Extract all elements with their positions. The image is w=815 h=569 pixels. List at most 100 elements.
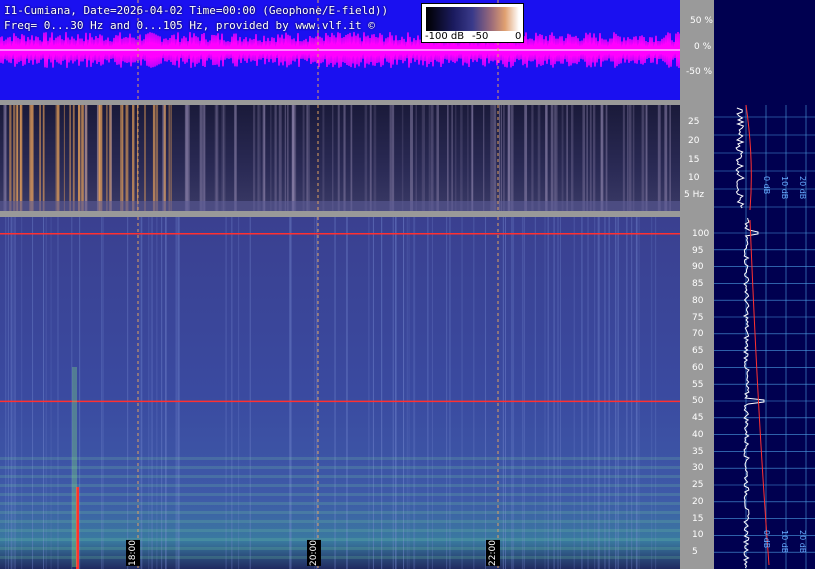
spectrogram-streak [655,217,657,569]
spectrogram-streak [252,105,256,211]
spectrogram-streak [570,105,574,211]
bottom-freq-label: 40 [692,429,704,440]
spectrogram-streak [238,217,240,569]
spectrogram-streak [290,217,292,569]
spectrogram-band [0,556,680,559]
spectrogram-streak [642,105,645,211]
spectrogram-streak [19,105,23,211]
spectrogram-streak [436,105,439,211]
spectrogram-streak [350,105,353,211]
spectrogram-floor [0,201,680,211]
bottom-freq-label: 55 [692,379,704,390]
spectrogram-streak [534,217,536,569]
spectrogram-streak [222,105,225,211]
bottom-freq-label: 50 [692,396,704,407]
bottom-freq-label: 80 [692,295,704,306]
spectrogram-streak [127,217,129,569]
spectrogram-streak [510,105,514,211]
spectrogram-streak [635,217,637,569]
spectrogram-streak [485,217,487,569]
profile-trace-bottom [742,217,765,569]
spectrogram-streak [657,105,661,211]
frequency-axis-panel: 50 % 0 % -50 % 25 20 15 10 5 Hz 100 95 90 8… [680,0,714,569]
spectrogram-streak [665,105,668,211]
spectrogram-streak [287,105,289,211]
spectrogram-streak [447,105,449,211]
spectrogram-streak [622,105,625,211]
bottom-freq-label: 85 [692,279,704,290]
spectrogram-streak [589,105,592,211]
spectrogram-streak [45,217,47,569]
spectrogram-streak [636,217,638,569]
spectrogram-streak [13,105,16,211]
green-burst [72,367,77,567]
spectrogram-streak [177,217,179,569]
spectrogram-streak [144,105,146,211]
spectrogram-streak [148,217,150,569]
spectrogram-streak [170,105,172,211]
bottom-freq-label: 5 [692,547,698,558]
spectrogram-streak [573,217,575,569]
spectrogram-streak [587,217,589,569]
spectrogram-streak [628,105,632,211]
spectrogram-streak [346,217,348,569]
spectrogram-streak [203,105,206,211]
spectrogram-streak [615,217,617,569]
spectrogram-streak [490,105,494,211]
spectrum-profile-svg [714,104,815,569]
top-db-label-0: 0 dB [762,176,771,195]
colorbar-gradient [426,7,519,31]
spectrogram-streak [408,217,410,569]
spectrogram-band [0,484,680,487]
spectrogram-streak [605,105,608,211]
spectrogram-streak [368,217,370,569]
spectrogram-streak [132,105,135,211]
spectrogram-band [0,475,680,478]
spectrogram-streak [152,105,156,211]
top-freq-5: 5 Hz [684,190,705,200]
spectrogram-streak [531,105,534,211]
spectrogram-streak [165,217,167,569]
bottom-db-label-0: 0 dB [762,530,771,549]
high-freq-spectrogram [0,217,680,569]
spectrum-profile-panel: 0 dB 10 dB 20 dB 0 dB 10 dB 20 dB [714,0,815,569]
time-label-2000: 20:00 [307,540,321,566]
spectrogram-streak [626,217,628,569]
top-freq-20: 20 [688,136,700,146]
spectrogram-streak [308,105,310,211]
spectrogram-streak [14,217,16,569]
spectrogram-streak [392,217,394,569]
spectrogram-streak [3,105,6,211]
spectrogram-streak [78,105,81,211]
spectrogram-streak [221,105,223,211]
spectrogram-streak [32,217,34,569]
spectrogram-streak [431,217,433,569]
spectrogram-streak [455,105,457,211]
spectrogram-streak [175,217,177,569]
bottom-freq-label: 60 [692,362,704,373]
spectrogram-streak [50,217,52,569]
spectrogram-streak [5,217,7,569]
spectrogram-streak [413,217,415,569]
spectrogram-streak [278,105,282,211]
top-freq-25: 25 [688,117,700,127]
header-info: I1-Cumiana, Date=2026-04-02 Time=00:00 (… [4,3,388,33]
spectrogram-streak [263,105,266,211]
spectrogram-streak [99,105,101,211]
spectrogram-streak [79,217,81,569]
spectrogram-streak [581,217,583,569]
spectrogram-streak [125,105,127,211]
spectrogram-streak [343,105,346,211]
spectrogram-streak [12,217,14,569]
top-db-label-20: 20 dB [798,176,807,200]
bottom-freq-label: 35 [692,446,704,457]
spectrogram-streak [598,217,600,569]
spectrogram-streak [427,217,429,569]
bottom-freq-label: 95 [692,245,704,256]
header-line-2: Freq= 0...30 Hz and 0...105 Hz, provided… [4,19,375,32]
spectrogram-streak [178,217,180,569]
spectrogram-streak [106,105,108,211]
spectrogram-streak [446,217,448,569]
spectrogram-streak [81,105,84,211]
spectrogram-streak [430,105,434,211]
